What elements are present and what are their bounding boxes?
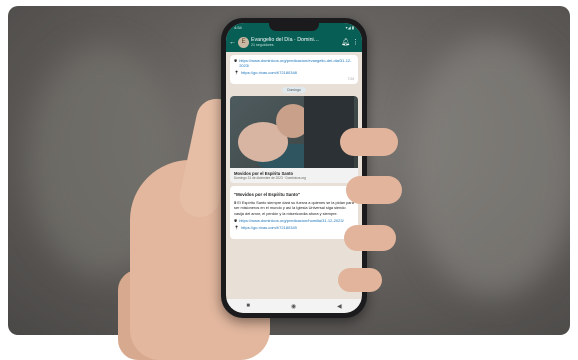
home-icon[interactable]: ◉ [291,303,296,310]
status-time: 4:54 [234,25,242,30]
avatar[interactable]: E [238,36,249,48]
hand-finger-ring [344,225,396,251]
message-bubble: "Movidos por el Espíritu Santo" ✋︎ El Es… [230,186,358,239]
globe-icon: 🌐︎ [234,217,238,223]
chat-subtitle: 21 seguidores [251,43,274,47]
pin-icon: 📍︎ [234,70,240,75]
background-blur-right [408,36,570,296]
bell-icon[interactable]: 🔔︎ [341,39,350,46]
message-bubble: 🌐︎ https://www.dominicos.org/predicacion… [230,55,358,84]
message-short-link[interactable]: https://go.rivas.com/t/72180348 [241,70,297,75]
back-icon[interactable]: ◀ [337,303,342,310]
recent-apps-icon[interactable]: ■ [246,303,250,309]
preview-subtitle: Domingo 31 de diciembre de 2023 · Domini… [234,176,306,180]
hand-finger-pinky [338,268,382,292]
link-preview[interactable]: Movidos por el Espíritu Santo Domingo 31… [230,168,358,183]
post-time: 7:04 [234,232,354,236]
message-time: 7:04 [347,77,354,81]
pin-icon: 📍︎ [234,224,240,230]
post-link[interactable]: https://www.dominicos.org/predicacion/ho… [239,218,344,223]
post-short-link[interactable]: https://go.rivas.com/t/72180349 [241,225,297,230]
chat-title-block[interactable]: Evangelio del Día · Domini… 21 seguidore… [251,37,339,47]
hand-finger-middle [346,176,402,204]
image-card[interactable]: Movidos por el Espíritu Santo Domingo 31… [230,96,358,183]
status-indicators: ▾◢ ▮ [345,25,354,30]
chat-header: ← E Evangelio del Día · Domini… 21 segui… [226,32,362,52]
arrow-left-icon[interactable]: ← [229,39,236,46]
globe-icon: 🌐︎ [234,58,238,63]
avatar-letter: E [241,39,246,45]
post-body: ✋︎ El Espíritu Santo siempre dará su fue… [234,200,354,216]
android-nav-bar: ■ ◉ ◀ [226,299,362,313]
post-title: "Movidos por el Espíritu Santo" [234,192,301,197]
message-link[interactable]: https://www.dominicos.org/predicacion/ev… [239,58,354,68]
post-body-text: El Espíritu Santo siempre dará su fuerza… [234,200,354,216]
shared-photo[interactable] [230,96,358,168]
date-chip: Domingo [282,87,306,93]
phone-screen: 4:54 ▾◢ ▮ ← E Evangelio del Día · Domini… [226,23,362,313]
hand-finger-index [340,128,398,156]
phone-notch [269,23,319,31]
hand-emoji-icon: ✋︎ [234,200,237,205]
more-vertical-icon[interactable]: ⋮ [352,39,359,46]
